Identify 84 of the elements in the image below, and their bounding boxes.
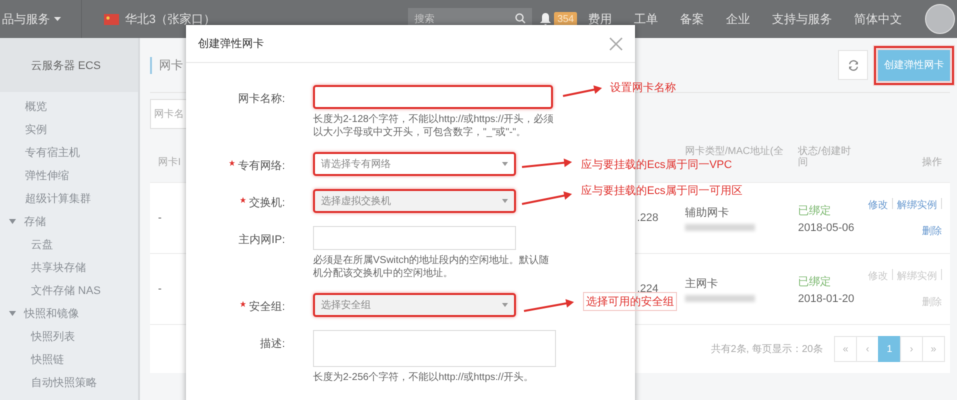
nav-link[interactable]: 简体中文 xyxy=(843,10,913,28)
action-link[interactable]: 删除 xyxy=(922,224,942,238)
search-icon[interactable] xyxy=(515,13,526,24)
nav-link[interactable]: 企业 xyxy=(715,10,761,28)
sidebar-item[interactable]: 快照链 xyxy=(0,348,138,371)
nic-type: 辅助网卡 xyxy=(685,206,730,220)
region-menu[interactable]: 华北3（张家口） xyxy=(125,10,216,28)
bell-icon[interactable] xyxy=(540,13,552,25)
select-field[interactable]: 请选择专有网络 xyxy=(313,152,516,176)
field-label: 交换机: xyxy=(248,196,285,210)
annotation-arrow xyxy=(562,85,602,97)
sidebar-item[interactable]: 实例 xyxy=(0,118,138,141)
sidebar-item[interactable]: 快照列表 xyxy=(0,325,138,348)
caret-icon xyxy=(502,199,508,203)
nic-type: 主网卡 xyxy=(685,276,719,291)
sidebar-item[interactable]: 云盘 xyxy=(0,233,138,256)
column-header: 网卡类型/MAC地址(全 xyxy=(684,144,784,157)
page-button[interactable]: « xyxy=(834,336,857,362)
hint-text: 长度为2-256个字符，不能以http://或https://开头。 xyxy=(313,371,535,384)
hint-text: 必须是在所属VSwitch的地址段内的空闲地址。默认随机分配该交换机中的空闲地址。 xyxy=(313,254,550,280)
input-field[interactable] xyxy=(313,85,553,109)
page-button[interactable]: 1 xyxy=(878,336,901,362)
field-label: 主内网IP: xyxy=(238,232,285,247)
sidebar-item[interactable]: 共享块存储 xyxy=(0,256,138,279)
close-icon[interactable] xyxy=(609,36,623,50)
field-label: 描述: xyxy=(260,337,285,351)
avatar[interactable] xyxy=(925,4,955,34)
page-title: 网卡 xyxy=(150,56,183,74)
refresh-button[interactable] xyxy=(838,50,868,80)
column-header: 网卡I xyxy=(157,156,181,168)
annotation-text: 设置网卡名称 xyxy=(610,81,676,95)
created-date: 2018-05-06 xyxy=(798,222,856,234)
column-header: 操作 xyxy=(921,156,943,168)
annotation-arrow xyxy=(522,158,572,168)
dialog-title: 创建弹性网卡 xyxy=(198,37,264,51)
annotation-text: 应与要挂载的Ecs属于同一VPC xyxy=(581,158,732,172)
caret-icon xyxy=(502,303,508,307)
caret-icon xyxy=(9,311,16,316)
redacted-bar xyxy=(685,295,755,302)
annotation-text: 选择可用的安全组 xyxy=(583,292,677,311)
page-button[interactable]: › xyxy=(900,336,923,362)
create-button[interactable]: 创建弹性网卡 xyxy=(878,50,950,80)
caret-icon xyxy=(54,17,61,21)
table-cell-text: .228 xyxy=(636,212,660,224)
sidebar-item[interactable]: 文件存储 NAS xyxy=(0,279,138,302)
flag-icon xyxy=(104,14,119,24)
notification-badge: 354 xyxy=(554,12,577,26)
nav-link[interactable]: 备案 xyxy=(669,10,715,28)
refresh-icon xyxy=(848,60,858,70)
page-button[interactable]: » xyxy=(922,336,945,362)
nav-link[interactable]: 工单 xyxy=(623,10,669,28)
sidebar-title: 云服务器 ECS xyxy=(0,38,138,92)
redacted-bar xyxy=(685,224,755,231)
pagination-summary: 共有2条, 每页显示：20条 xyxy=(710,342,823,356)
sidebar-item[interactable]: 专有宿主机 xyxy=(0,141,138,164)
field-label: 网卡名称: xyxy=(238,92,285,106)
field-label: 专有网络: xyxy=(238,159,285,173)
textarea-field[interactable] xyxy=(313,330,556,367)
table-cell-text: - xyxy=(157,283,163,295)
status-text: 已绑定 xyxy=(798,274,832,288)
sidebar-item[interactable]: 自动快照策略 xyxy=(0,371,138,394)
sidebar-item[interactable]: 超级计算集群 xyxy=(0,187,138,210)
table-cell-text: - xyxy=(157,212,163,224)
action-link[interactable]: 修改 xyxy=(868,198,888,212)
annotation-text: 应与要挂载的Ecs属于同一可用区 xyxy=(581,184,742,198)
action-link[interactable]: 解绑实例 xyxy=(897,198,937,212)
sidebar-item[interactable]: 概览 xyxy=(0,95,138,118)
created-date: 2018-01-20 xyxy=(798,292,856,304)
nav-link[interactable]: 费用 xyxy=(577,10,623,28)
annotation-arrow xyxy=(524,299,574,312)
products-menu[interactable]: 品与服务 xyxy=(2,10,50,28)
column-header: 状态/创建时间 xyxy=(797,144,852,168)
nav-link[interactable]: 支持与服务 xyxy=(761,10,843,28)
field-label: 安全组: xyxy=(248,300,285,314)
table-cell-text: .224 xyxy=(636,283,660,295)
caret-icon xyxy=(502,162,508,166)
sidebar-item[interactable]: 弹性伸缩 xyxy=(0,164,138,187)
hint-text: 长度为2-128个字符，不能以http://或https://开头，必须以大小字母或中文开头，可包含数字，"_"或"-"。 xyxy=(313,113,555,139)
page-button[interactable]: ‹ xyxy=(856,336,879,362)
status-text: 已绑定 xyxy=(798,204,832,218)
sidebar-group[interactable]: 存储 xyxy=(0,210,138,233)
caret-icon xyxy=(9,219,16,224)
annotation-arrow xyxy=(522,191,572,205)
sidebar-group[interactable]: 快照和镜像 xyxy=(0,302,138,325)
